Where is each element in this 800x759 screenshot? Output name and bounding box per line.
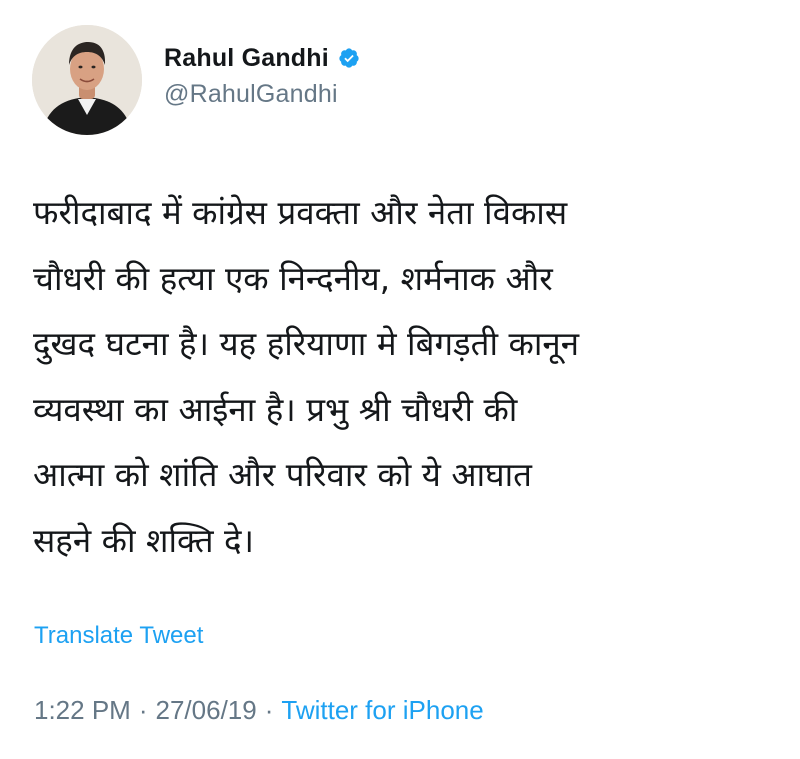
tweet-date: 27/06/19 <box>155 695 257 725</box>
user-handle[interactable]: @RahulGandhi <box>164 80 338 109</box>
tweet-time: 1:22 PM <box>34 695 131 725</box>
tweet-source-link[interactable]: Twitter for iPhone <box>281 695 483 725</box>
tweet-text-line: फरीदाबाद में कांग्रेस प्रवक्ता और नेता व… <box>33 193 568 232</box>
tweet-card: Rahul Gandhi @RahulGandhi फरीदाबाद में क… <box>0 0 800 759</box>
avatar[interactable] <box>32 25 142 135</box>
user-name-row: Rahul Gandhi <box>164 40 360 76</box>
profile-photo-icon <box>32 25 142 135</box>
meta-separator: · <box>264 695 274 725</box>
meta-separator: · <box>138 695 148 725</box>
translate-tweet-link[interactable]: Translate Tweet <box>34 622 203 650</box>
tweet-text-line: चौधरी की हत्या एक निन्दनीय, शर्मनाक और <box>33 258 553 298</box>
display-name[interactable]: Rahul Gandhi <box>164 44 329 73</box>
verified-badge-icon <box>338 47 360 69</box>
tweet-text-line: व्यवस्था का आईना है। प्रभु श्री चौधरी की <box>33 389 518 429</box>
tweet-text: फरीदाबाद में कांग्रेस प्रवक्ता और नेता व… <box>33 180 773 573</box>
tweet-text-line: सहने की शक्ति दे। <box>33 520 255 560</box>
tweet-text-line: आत्मा को शांति और परिवार को ये आघात <box>33 455 532 494</box>
tweet-metadata: 1:22 PM · 27/06/19 · Twitter for iPhone <box>34 695 484 726</box>
tweet-text-line: दुखद घटना है। यह हरियाणा मे बिगड़ती कानू… <box>33 324 580 363</box>
